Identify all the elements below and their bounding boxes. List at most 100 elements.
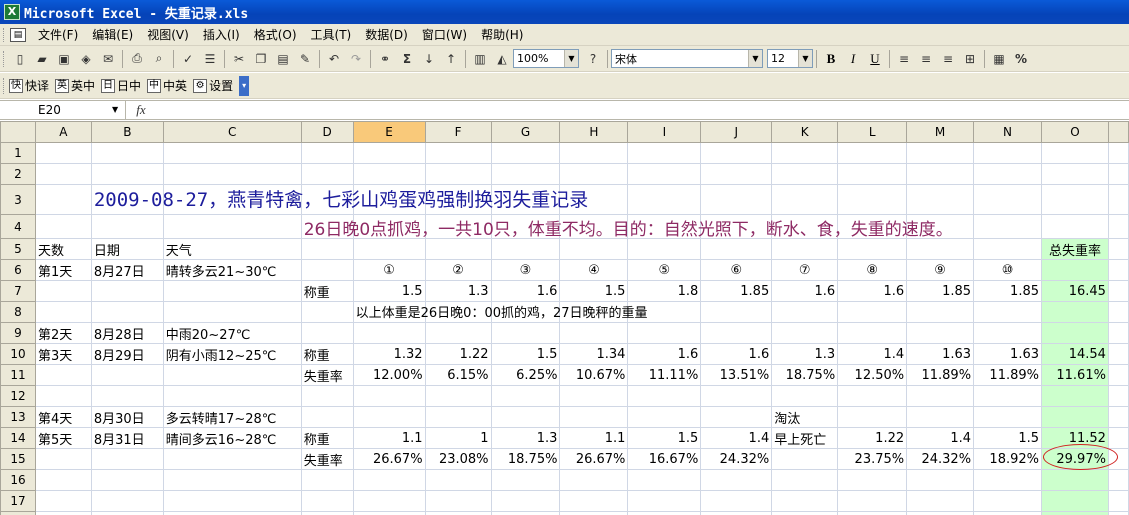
grid-cell[interactable]: 26日晚0点抓鸡，一共10只，体重不均。目的：自然光照下，断水、食，失重的速度。 (300, 214, 953, 240)
sort-ascending-icon[interactable]: ↓ (419, 49, 439, 69)
grid-cell[interactable] (300, 163, 354, 185)
grid-cell[interactable]: 1.1 (352, 427, 426, 449)
grid-cell[interactable] (300, 490, 354, 512)
grid-cell[interactable] (837, 238, 908, 260)
grid-cell[interactable]: 总失重率 (1041, 238, 1109, 260)
grid-cell[interactable]: 晴转多云21~30℃ (162, 259, 302, 281)
italic-button[interactable]: I (842, 49, 864, 69)
grid-cell[interactable]: 1.22 (424, 343, 492, 365)
grid-cell[interactable] (1107, 406, 1129, 428)
grid-cell[interactable] (300, 385, 354, 407)
grid-cell[interactable] (1041, 490, 1109, 512)
grid-cell[interactable] (352, 469, 426, 491)
grid-cell[interactable] (1107, 214, 1129, 239)
grid-cell[interactable] (700, 184, 773, 215)
grid-cell[interactable] (973, 322, 1042, 344)
grid-cell[interactable] (34, 511, 92, 515)
row-header[interactable]: 10 (0, 343, 36, 365)
grid-cell[interactable]: 11.61% (1041, 364, 1109, 386)
grid-cell[interactable]: 6.15% (424, 364, 492, 386)
grid-cell[interactable] (771, 469, 839, 491)
grid-cell[interactable] (162, 280, 302, 302)
grid-cell[interactable] (300, 511, 354, 515)
grid-cell[interactable] (490, 490, 561, 512)
align-right-icon[interactable]: ≡ (938, 49, 958, 69)
grid-cell[interactable] (1107, 343, 1129, 365)
grid-cell[interactable]: 第2天 (34, 322, 92, 344)
grid-cell[interactable]: ⑩ (973, 259, 1042, 281)
chevron-down-icon[interactable]: ▼ (564, 50, 578, 67)
grid-cell[interactable] (771, 301, 839, 323)
font-size-select[interactable]: 12 ▼ (767, 49, 813, 68)
column-header-c[interactable]: C (162, 121, 302, 143)
grid-cell[interactable] (424, 511, 492, 515)
grid-cell[interactable] (1041, 385, 1109, 407)
column-header-g[interactable]: G (490, 121, 561, 143)
grid-cell[interactable]: 失重率 (300, 364, 354, 386)
grid-cell[interactable] (424, 142, 492, 164)
grid-cell[interactable]: 1.6 (837, 280, 908, 302)
row-header[interactable]: 8 (0, 301, 36, 323)
merge-center-icon[interactable]: ⊞ (960, 49, 980, 69)
grid-cell[interactable] (424, 238, 492, 260)
row-header[interactable]: 14 (0, 427, 36, 449)
grid-cell[interactable] (1041, 406, 1109, 428)
grid-cell[interactable]: 晴间多云16~28℃ (162, 427, 302, 449)
grid-cell[interactable] (1107, 427, 1129, 449)
grid-cell[interactable]: 23.75% (837, 448, 908, 470)
grid-cell[interactable]: 6.25% (490, 364, 561, 386)
grid-cell[interactable] (352, 238, 426, 260)
grid-cell[interactable] (162, 301, 302, 323)
research-icon[interactable]: ☰ (200, 49, 220, 69)
grid-cell[interactable] (300, 142, 354, 164)
grid-cell[interactable] (906, 163, 975, 185)
grid-cell[interactable] (1107, 142, 1129, 164)
grid-cell[interactable] (906, 406, 975, 428)
grid-cell[interactable] (34, 301, 92, 323)
grid-cell[interactable]: 10.67% (559, 364, 629, 386)
row-header[interactable]: 16 (0, 469, 36, 491)
grid-cell[interactable]: 16.67% (627, 448, 702, 470)
grid-cell[interactable] (1041, 322, 1109, 344)
row-header[interactable]: 13 (0, 406, 36, 428)
grid-cell[interactable]: 1.3 (771, 343, 839, 365)
grid-cell[interactable]: 11.89% (973, 364, 1042, 386)
grid-cell[interactable] (906, 469, 975, 491)
grid-cell[interactable] (837, 490, 908, 512)
grid-cell[interactable] (627, 238, 702, 260)
grid-cell[interactable] (627, 385, 702, 407)
grid-cell[interactable] (771, 448, 839, 470)
grid-cell[interactable] (352, 490, 426, 512)
grid-cell[interactable] (1041, 163, 1109, 185)
cut-icon[interactable]: ✂ (229, 49, 249, 69)
grid-cell[interactable]: 称重 (300, 280, 354, 302)
zh-en-button[interactable]: 中 中英 (147, 77, 187, 94)
grid-cell[interactable] (34, 142, 92, 164)
toolbar-grip[interactable] (3, 77, 6, 94)
grid-cell[interactable] (559, 163, 629, 185)
grid-cell[interactable]: 1.5 (559, 280, 629, 302)
ja-zh-button[interactable]: 日 日中 (101, 77, 141, 94)
grid-cell[interactable] (490, 511, 561, 515)
grid-cell[interactable] (1107, 364, 1129, 386)
grid-cell[interactable] (352, 142, 426, 164)
grid-cell[interactable] (837, 406, 908, 428)
grid-cell[interactable] (1041, 469, 1109, 491)
row-header[interactable]: 17 (0, 490, 36, 512)
grid-cell[interactable] (1107, 469, 1129, 491)
grid-cell[interactable] (90, 301, 164, 323)
menu-insert[interactable]: 插入(I) (197, 24, 248, 45)
print-icon[interactable]: ⎙ (127, 49, 147, 69)
grid-cell[interactable]: ① (352, 259, 426, 281)
grid-cell[interactable] (559, 469, 629, 491)
grid-cell[interactable]: 1.3 (490, 427, 561, 449)
grid-cell[interactable] (1041, 214, 1109, 239)
grid-cell[interactable] (700, 511, 773, 515)
grid-cell[interactable] (34, 214, 92, 239)
grid-cell[interactable]: 淘汰 (771, 406, 839, 428)
hyperlink-icon[interactable]: ⚭ (375, 49, 395, 69)
row-header[interactable]: 6 (0, 259, 36, 281)
grid-cell[interactable] (490, 163, 561, 185)
bold-button[interactable]: B (820, 49, 842, 69)
settings-button[interactable]: ⚙ 设置 (193, 77, 233, 94)
